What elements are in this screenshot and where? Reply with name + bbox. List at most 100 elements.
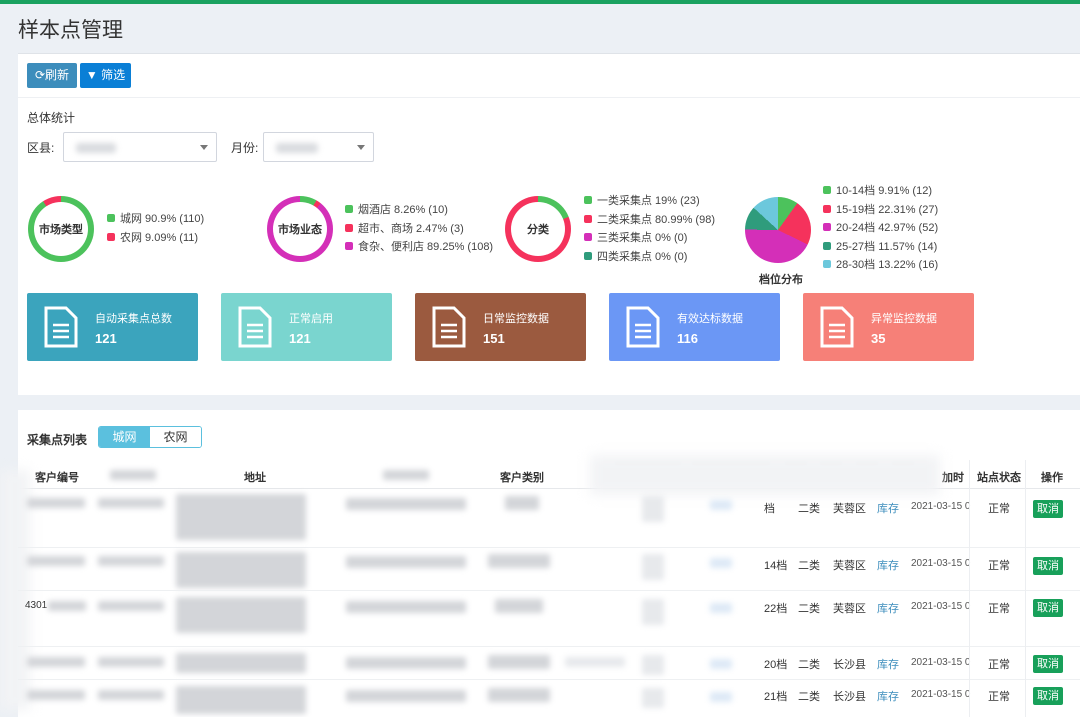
legend-swatch [345, 242, 353, 251]
cell-blurred [710, 558, 732, 568]
month-select[interactable] [263, 132, 374, 162]
th-customer-type[interactable]: 客户类别 [500, 469, 544, 485]
cell-blurred [710, 500, 732, 510]
card-daily-monitoring[interactable]: 日常监控数据 151 [415, 293, 586, 361]
market-type-legend: 城网 90.9% (110) 农网 9.09% (11) [107, 209, 204, 246]
cell-add-time: 2021-03-15 0 [911, 501, 971, 512]
cancel-button[interactable]: 取消 [1033, 655, 1063, 673]
cancel-button[interactable]: 取消 [1033, 687, 1063, 705]
legend-swatch [107, 214, 115, 223]
cell-blurred [176, 686, 306, 714]
legend-item: 四类采集点 0% (0) [584, 247, 715, 266]
legend-text: 二类采集点 80.99% (98) [597, 213, 715, 226]
refresh-button[interactable]: ⟳刷新 [27, 63, 77, 88]
summary-heading: 总体统计 [27, 111, 76, 125]
cell-blurred [565, 657, 625, 667]
legend-swatch [823, 241, 831, 250]
cell-grade: 20档 [764, 659, 788, 671]
cancel-button[interactable]: 取消 [1033, 500, 1063, 518]
cell-add-time: 2021-03-15 0 [911, 657, 971, 668]
th-add-time[interactable]: 加时 [942, 469, 964, 485]
th-address[interactable]: 地址 [244, 469, 266, 485]
tab-rural-network[interactable]: 农网 [150, 427, 201, 447]
cell-class: 二类 [798, 691, 820, 703]
page-title: 样本点管理 [18, 19, 123, 42]
cell-blurred [176, 597, 306, 633]
screen-glare [590, 455, 940, 495]
filter-button[interactable]: ▼ 筛选 [80, 63, 131, 88]
legend-text: 超市、商场 2.47% (3) [358, 222, 464, 235]
cell-blurred [27, 556, 85, 566]
cell-blurred [710, 659, 732, 669]
document-icon [238, 306, 272, 348]
column-divider [1025, 460, 1026, 717]
cell-blurred [98, 690, 164, 700]
chevron-down-icon [200, 145, 208, 150]
cell-blurred [27, 498, 85, 508]
legend-text: 25-27档 11.57% (14) [836, 240, 938, 253]
row-divider [18, 646, 1080, 647]
cell-blurred [642, 599, 664, 625]
legend-text: 城网 90.9% (110) [120, 213, 205, 226]
cell-blurred [98, 556, 164, 566]
top-accent-bar [0, 0, 1080, 4]
card-auto-collection-total[interactable]: 自动采集点总数 121 [27, 293, 198, 361]
th-action[interactable]: 操作 [1041, 469, 1063, 485]
cell-blurred [642, 496, 664, 522]
card-title: 自动采集点总数 [95, 313, 172, 325]
legend-swatch [584, 196, 592, 205]
cell-status: 正常 [988, 691, 1010, 703]
cancel-button[interactable]: 取消 [1033, 557, 1063, 575]
th-customer-no[interactable]: 客户编号 [35, 469, 79, 485]
cell-blurred [98, 601, 164, 611]
stock-link[interactable]: 库存 [877, 656, 899, 672]
card-normal-enabled[interactable]: 正常启用 121 [221, 293, 392, 361]
stock-link[interactable]: 库存 [877, 600, 899, 616]
card-value: 151 [483, 331, 505, 346]
row-divider [18, 679, 1080, 680]
row-divider [18, 590, 1080, 591]
district-select[interactable] [63, 132, 217, 162]
card-value: 121 [95, 331, 117, 346]
list-label: 采集点列表 [27, 433, 88, 447]
district-value-blurred [76, 143, 116, 153]
network-tabs: 城网 农网 [98, 426, 202, 448]
legend-text: 一类采集点 19% (23) [597, 195, 700, 208]
card-abnormal-monitoring[interactable]: 异常监控数据 35 [803, 293, 974, 361]
legend-item: 超市、商场 2.47% (3) [345, 219, 493, 238]
cell-add-time: 2021-03-15 0 [911, 689, 971, 700]
market-business-legend: 烟酒店 8.26% (10) 超市、商场 2.47% (3) 食杂、便利店 89… [345, 200, 493, 256]
refresh-label: 刷新 [45, 68, 70, 82]
card-valid-compliant[interactable]: 有效达标数据 116 [609, 293, 780, 361]
cell-grade: 档 [764, 503, 775, 515]
category-donut: 分类 [505, 196, 571, 262]
cell-blurred [48, 601, 86, 611]
stock-link[interactable]: 库存 [877, 557, 899, 573]
cell-add-time: 2021-03-15 0 [911, 601, 971, 612]
month-value-blurred [276, 143, 318, 153]
grade-pie-chart [745, 197, 811, 263]
cancel-button[interactable]: 取消 [1033, 599, 1063, 617]
cell-district: 长沙县 [833, 659, 866, 671]
cell-status: 正常 [988, 603, 1010, 615]
card-title: 日常监控数据 [483, 313, 549, 325]
cell-class: 二类 [798, 603, 820, 615]
tab-city-network[interactable]: 城网 [99, 427, 150, 447]
legend-text: 农网 9.09% (11) [120, 231, 199, 244]
cell-blurred [176, 653, 306, 673]
legend-item: 三类采集点 0% (0) [584, 228, 715, 247]
row-divider [18, 547, 1080, 548]
cell-blurred [98, 498, 164, 508]
market-business-donut: 市场业态 [267, 196, 333, 262]
legend-item: 10-14档 9.91% (12) [823, 181, 938, 200]
cell-blurred [346, 657, 466, 669]
cell-blurred [710, 692, 732, 702]
category-legend: 一类采集点 19% (23) 二类采集点 80.99% (98) 三类采集点 0… [584, 191, 715, 265]
legend-swatch [584, 251, 592, 260]
stock-link[interactable]: 库存 [877, 500, 899, 516]
cell-blurred [505, 496, 539, 510]
cell-customer-no-prefix: 4301 [25, 600, 48, 611]
th-site-status[interactable]: 站点状态 [977, 469, 1021, 485]
stock-link[interactable]: 库存 [877, 688, 899, 704]
cell-status: 正常 [988, 560, 1010, 572]
